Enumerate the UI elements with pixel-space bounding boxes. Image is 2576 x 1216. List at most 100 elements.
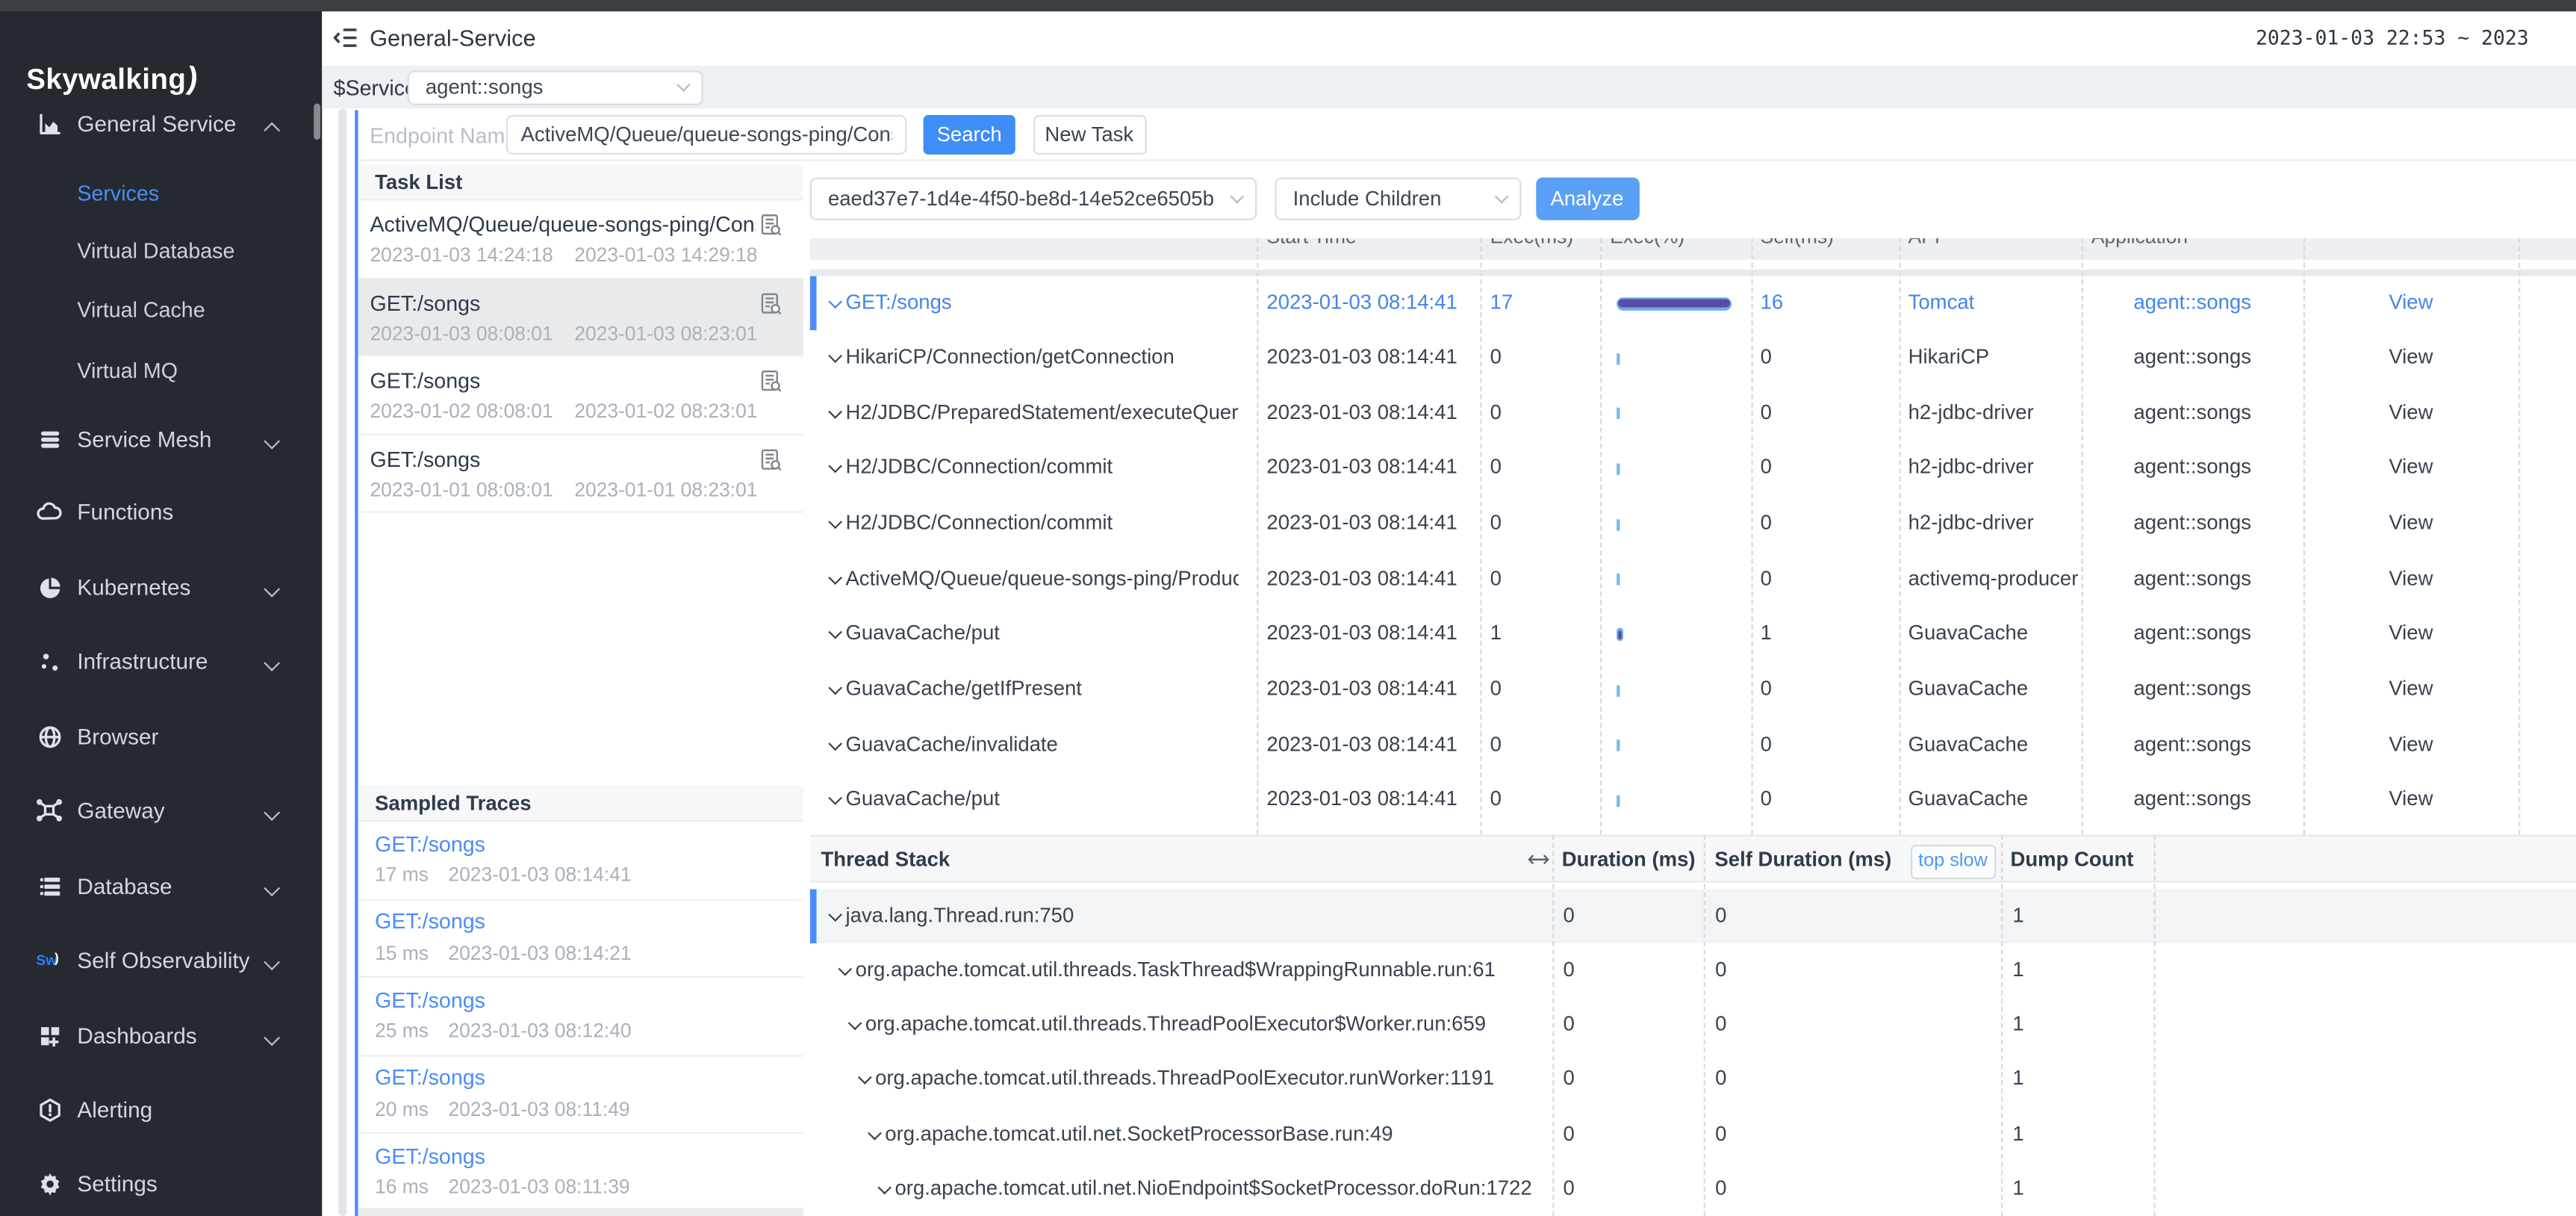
analyze-button[interactable]: Analyze xyxy=(1535,177,1639,220)
task-list-item[interactable]: ActiveMQ/Queue/queue-songs-ping/Consumer… xyxy=(358,200,803,279)
sampled-trace-item[interactable]: GET:/songs15 ms2023-01-03 08:14:21 xyxy=(358,900,803,978)
sidebar-item-functions[interactable]: Functions xyxy=(0,491,322,531)
chevron-down-icon[interactable] xyxy=(828,571,842,585)
task-list-item[interactable]: GET:/songs2023-01-03 08:08:012023-01-03 … xyxy=(358,279,803,357)
span-name[interactable]: GuavaCache/getIfPresent xyxy=(827,677,1238,701)
thread-frame[interactable]: org.apache.tomcat.util.net.SocketProcess… xyxy=(867,1122,1537,1145)
thread-frame[interactable]: org.apache.tomcat.util.threads.TaskThrea… xyxy=(837,958,1537,981)
sidebar-item-infrastructure[interactable]: Infrastructure xyxy=(0,641,322,680)
span-row[interactable]: H2/JDBC/PreparedStatement/executeQuery20… xyxy=(809,386,2576,441)
span-name[interactable]: GuavaCache/put xyxy=(827,788,1238,811)
sidebar-item-virtual-cache[interactable]: Virtual Cache xyxy=(0,289,322,329)
span-view-link[interactable]: View xyxy=(2303,567,2519,590)
include-children-select[interactable]: Include Children xyxy=(1275,177,1521,220)
span-view-link[interactable]: View xyxy=(2303,512,2519,535)
sidebar-item-gateway[interactable]: Gateway xyxy=(0,790,322,830)
thread-frame[interactable]: org.apache.tomcat.util.net.NioEndpoint$S… xyxy=(877,1176,1537,1200)
span-row[interactable]: H2/JDBC/Connection/commit2023-01-03 08:1… xyxy=(809,441,2576,497)
thread-frame[interactable]: org.apache.tomcat.util.threads.ThreadPoo… xyxy=(857,1067,1537,1091)
sidebar-item-services[interactable]: Services xyxy=(0,173,322,212)
span-view-link[interactable]: View xyxy=(2303,677,2519,701)
sidebar-item-general-service[interactable]: General Service xyxy=(0,104,322,143)
sampled-trace-item[interactable]: GET:/songs17 ms2023-01-03 08:14:41 xyxy=(358,822,803,900)
thread-stack-row[interactable]: org.apache.tomcat.util.net.NioEndpoint$S… xyxy=(809,1161,2576,1216)
segment-select[interactable]: eaed37e7-1d4e-4f50-be8d-14e52ce6505b xyxy=(810,177,1257,220)
endpoint-name-input[interactable] xyxy=(506,115,907,155)
resize-handle-icon[interactable] xyxy=(1528,853,1549,866)
sidebar-scrollbar[interactable] xyxy=(314,104,320,140)
sidebar-item-alerting[interactable]: Alerting xyxy=(0,1090,322,1129)
trace-name[interactable]: GET:/songs xyxy=(375,1065,485,1090)
thread-stack-row[interactable]: org.apache.tomcat.util.threads.ThreadPoo… xyxy=(809,1052,2576,1107)
thread-frame[interactable]: org.apache.tomcat.util.threads.ThreadPoo… xyxy=(847,1012,1537,1035)
page-scrollbar[interactable] xyxy=(337,108,346,1216)
time-range[interactable]: 2023-01-03 22:53 ~ 2023 xyxy=(2256,25,2529,49)
search-button[interactable]: Search xyxy=(924,115,1015,155)
chevron-down-icon[interactable] xyxy=(867,1126,881,1140)
span-name[interactable]: H2/JDBC/PreparedStatement/executeQuery xyxy=(827,400,1238,424)
top-slow-button[interactable]: top slow xyxy=(1910,844,1995,878)
chevron-down-icon[interactable] xyxy=(857,1071,871,1085)
span-row[interactable]: GuavaCache/put2023-01-03 08:14:4111Guava… xyxy=(809,607,2576,663)
chevron-down-icon[interactable] xyxy=(838,961,852,975)
span-row[interactable]: GuavaCache/invalidate2023-01-03 08:14:41… xyxy=(809,718,2576,773)
trace-name[interactable]: GET:/songs xyxy=(375,831,485,855)
sidebar-item-settings[interactable]: Settings xyxy=(0,1164,322,1203)
task-list-item[interactable]: GET:/songs2023-01-01 08:08:012023-01-01 … xyxy=(358,435,803,513)
task-log-icon[interactable] xyxy=(760,448,782,471)
chevron-down-icon[interactable] xyxy=(828,460,842,474)
span-row[interactable]: GuavaCache/getIfPresent2023-01-03 08:14:… xyxy=(809,828,2576,835)
chevron-down-icon[interactable] xyxy=(877,1180,892,1194)
chevron-down-icon[interactable] xyxy=(828,907,842,921)
sampled-trace-item[interactable]: GET:/songs25 ms2023-01-03 08:12:40 xyxy=(358,978,803,1056)
chevron-down-icon[interactable] xyxy=(828,626,842,640)
span-view-link[interactable]: View xyxy=(2303,788,2519,811)
chevron-down-icon[interactable] xyxy=(828,294,842,308)
sidebar-item-browser[interactable]: Browser xyxy=(0,716,322,756)
span-name[interactable]: GuavaCache/put xyxy=(827,622,1238,645)
new-task-button[interactable]: New Task xyxy=(1033,115,1146,155)
span-row[interactable]: HikariCP/Connection/getConnection2023-01… xyxy=(809,331,2576,386)
span-name[interactable]: GuavaCache/invalidate xyxy=(827,733,1238,756)
trace-name[interactable]: GET:/songs xyxy=(375,987,485,1011)
chevron-down-icon[interactable] xyxy=(828,681,842,695)
span-view-link[interactable]: View xyxy=(2303,400,2519,424)
span-name[interactable]: ActiveMQ/Queue/queue-songs-ping/Producer xyxy=(827,567,1238,590)
span-name[interactable]: HikariCP/Connection/getConnection xyxy=(827,345,1238,368)
span-view-link[interactable]: View xyxy=(2303,345,2519,368)
sidebar-item-database[interactable]: Database xyxy=(0,866,322,906)
chevron-down-icon[interactable] xyxy=(847,1017,862,1031)
thread-stack-row[interactable]: java.lang.Thread.run:750001 xyxy=(809,888,2576,943)
span-row[interactable]: GuavaCache/getIfPresent2023-01-03 08:14:… xyxy=(809,663,2576,718)
sidebar-item-virtual-mq[interactable]: Virtual MQ xyxy=(0,350,322,390)
span-view-link[interactable]: View xyxy=(2303,290,2519,313)
chevron-down-icon[interactable] xyxy=(828,736,842,751)
sampled-trace-item[interactable]: GET:/songs20 ms2023-01-03 08:11:49 xyxy=(358,1056,803,1135)
sidebar-collapse-icon[interactable] xyxy=(334,25,358,49)
span-name[interactable]: GET:/songs xyxy=(827,290,1238,313)
thread-frame[interactable]: java.lang.Thread.run:750 xyxy=(827,903,1537,926)
span-view-link[interactable]: View xyxy=(2303,456,2519,480)
span-name[interactable]: H2/JDBC/Connection/commit xyxy=(827,512,1238,535)
chevron-down-icon[interactable] xyxy=(828,350,842,364)
task-list-item[interactable]: GET:/songs2023-01-02 08:08:012023-01-02 … xyxy=(358,356,803,435)
thread-stack-row[interactable]: org.apache.tomcat.util.threads.ThreadPoo… xyxy=(809,998,2576,1052)
trace-name[interactable]: GET:/songs xyxy=(375,1143,485,1167)
thread-stack-row[interactable]: org.apache.tomcat.util.threads.TaskThrea… xyxy=(809,943,2576,997)
trace-name[interactable]: GET:/songs xyxy=(375,909,485,934)
span-row[interactable]: H2/JDBC/Connection/commit2023-01-03 08:1… xyxy=(809,497,2576,552)
sidebar-item-self-observability[interactable]: Sw)Self Observability xyxy=(0,940,322,980)
span-row[interactable]: ActiveMQ/Queue/queue-songs-ping/Producer… xyxy=(809,552,2576,607)
service-select[interactable]: agent::songs xyxy=(408,70,703,105)
sidebar-item-virtual-database[interactable]: Virtual Database xyxy=(0,230,322,270)
span-row[interactable]: GuavaCache/put2023-01-03 08:14:4100Guava… xyxy=(809,773,2576,828)
span-view-link[interactable]: View xyxy=(2303,733,2519,756)
sampled-trace-item[interactable]: GET:/songs16 ms2023-01-03 08:11:39 xyxy=(358,1134,803,1212)
sidebar-item-kubernetes[interactable]: Kubernetes xyxy=(0,567,322,607)
chevron-down-icon[interactable] xyxy=(828,515,842,530)
task-log-icon[interactable] xyxy=(760,292,782,315)
span-name[interactable]: H2/JDBC/Connection/commit xyxy=(827,456,1238,480)
chevron-down-icon[interactable] xyxy=(828,405,842,419)
thread-stack-row[interactable]: org.apache.tomcat.util.net.SocketProcess… xyxy=(809,1107,2576,1161)
span-view-link[interactable]: View xyxy=(2303,622,2519,645)
